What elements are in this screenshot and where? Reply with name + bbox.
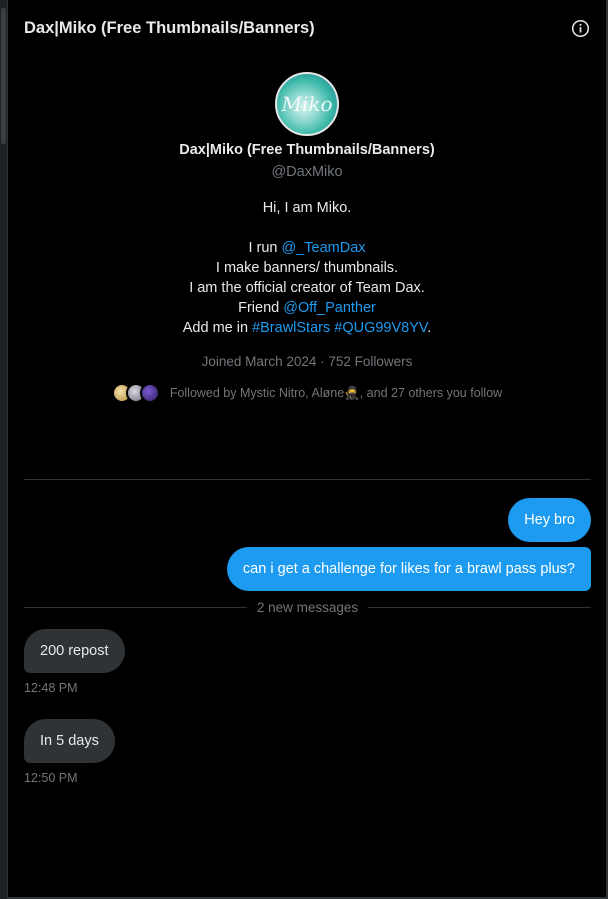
follower-avatars <box>111 383 160 403</box>
bio-spacer <box>8 218 606 238</box>
bio-text: Friend <box>238 300 284 316</box>
info-button[interactable] <box>570 18 590 38</box>
hashtag-link-brawlstars[interactable]: #BrawlStars <box>252 320 330 336</box>
sent-message[interactable]: Hey bro <box>508 498 591 542</box>
followed-by-text: Followed by Mystic Nitro, Aløne🥷, and 27… <box>169 385 503 400</box>
sent-message[interactable]: can i get a challenge for likes for a br… <box>226 547 591 591</box>
message-timestamp: 12:50 PM <box>24 771 78 785</box>
info-icon <box>571 19 589 37</box>
received-message[interactable]: 200 repost <box>24 629 125 673</box>
mention-link-teamdax[interactable]: @_TeamDax <box>282 240 366 256</box>
bio-text: I run <box>248 240 282 256</box>
bio-line: Friend @Off_Panther <box>8 298 606 318</box>
hashtag-link-qug99v8yv[interactable]: #QUG99V8YV <box>334 320 427 336</box>
bio-line: Add me in #BrawlStars #QUG99V8YV. <box>8 318 606 338</box>
bio-line: I am the official creator of Team Dax. <box>189 280 425 296</box>
message-timestamp: 12:48 PM <box>24 681 78 695</box>
conversation-header: Dax|Miko (Free Thumbnails/Banners) <box>24 16 590 40</box>
received-message[interactable]: In 5 days <box>24 719 115 763</box>
separator-line <box>24 607 247 608</box>
bio-text: Add me in <box>182 320 253 336</box>
followed-by[interactable]: Followed by Mystic Nitro, Aløne🥷, and 27… <box>8 383 606 403</box>
left-scrollbar[interactable] <box>0 0 8 899</box>
profile-divider <box>24 479 591 480</box>
profile-handle[interactable]: @DaxMiko <box>8 164 606 180</box>
profile-display-name[interactable]: Dax|Miko (Free Thumbnails/Banners) <box>8 142 606 158</box>
profile-card: Miko Dax|Miko (Free Thumbnails/Banners) … <box>8 72 606 403</box>
new-messages-label: 2 new messages <box>256 600 359 615</box>
bio-line: I run @_TeamDax <box>8 238 606 258</box>
new-messages-separator: 2 new messages <box>24 600 591 615</box>
scrollbar-thumb[interactable] <box>1 8 6 144</box>
profile-avatar[interactable]: Miko <box>275 72 339 136</box>
avatar-logo-text: Miko <box>281 92 333 116</box>
conversation-title: Dax|Miko (Free Thumbnails/Banners) <box>24 18 315 37</box>
bio-line: I make banners/ thumbnails. <box>215 260 399 276</box>
bio-line: Hi, I am Miko. <box>262 200 352 216</box>
profile-bio: Hi, I am Miko. I run @_TeamDax I make ba… <box>8 198 606 338</box>
separator-line <box>368 607 591 608</box>
follower-avatar <box>139 383 160 403</box>
mention-link-off-panther[interactable]: @Off_Panther <box>283 300 376 316</box>
joined-followers: Joined March 2024 · 752 Followers <box>201 354 413 369</box>
bio-text: . <box>427 320 432 336</box>
